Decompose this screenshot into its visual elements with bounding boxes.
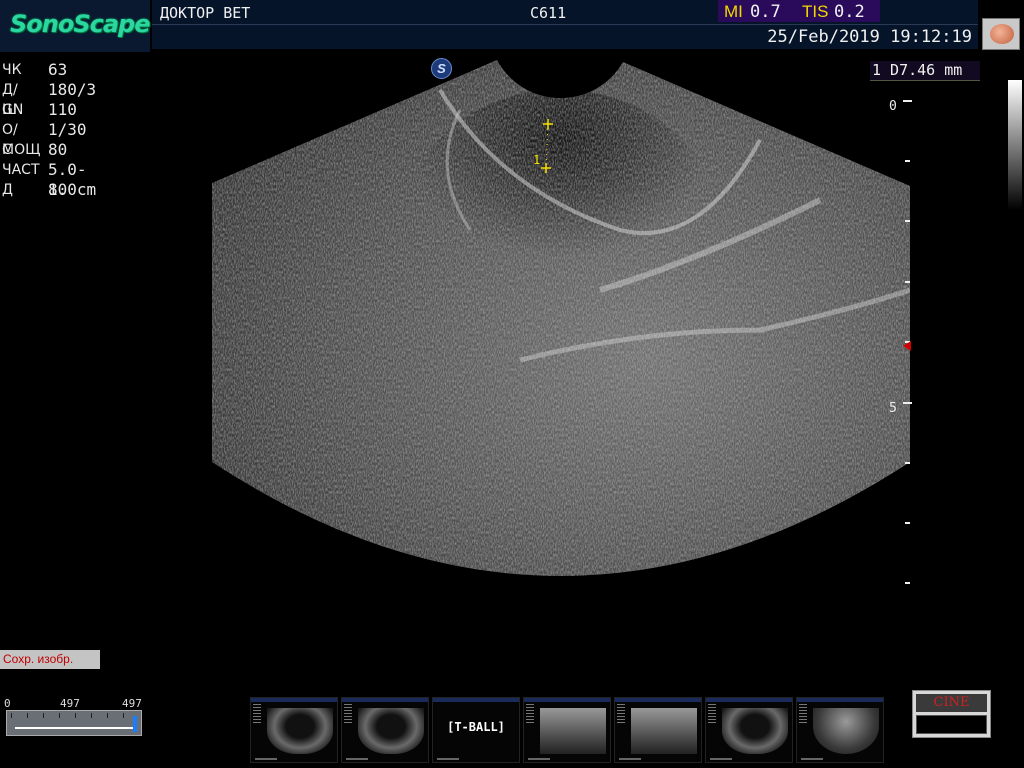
thumbnail-params xyxy=(617,704,625,724)
thumbnail-image xyxy=(813,708,879,754)
thumbnail-image xyxy=(267,708,333,754)
thumbnail-label: [T-BALL] xyxy=(447,720,505,734)
cine-max-label: 497 xyxy=(122,697,142,710)
cine-current-label: 497 xyxy=(60,697,80,710)
cine-panel: CINE xyxy=(912,690,991,738)
thumbnail-footer xyxy=(619,758,641,760)
thumbnail-header xyxy=(524,698,610,702)
thumbnail-strip: [T-BALL] xyxy=(250,697,908,765)
slider-tick xyxy=(123,713,124,718)
cine-slider[interactable]: 0 497 497 xyxy=(4,697,144,740)
cine-slider-track[interactable] xyxy=(6,710,142,736)
slider-tick xyxy=(107,713,108,718)
thumbnail-params xyxy=(799,704,807,724)
thumbnail-params xyxy=(526,704,534,724)
thumbnail[interactable]: [T-BALL] xyxy=(432,697,520,763)
depth-label: 0 xyxy=(889,99,897,114)
thumbnail-footer xyxy=(255,758,277,760)
thumbnail-params xyxy=(344,704,352,724)
thumbnail-header xyxy=(433,698,519,702)
thumbnail-footer xyxy=(528,758,550,760)
thumbnail[interactable] xyxy=(614,697,702,763)
thumbnail-header xyxy=(251,698,337,702)
thumbnail[interactable] xyxy=(341,697,429,763)
thumbnail[interactable] xyxy=(705,697,793,763)
thumbnail-image xyxy=(722,708,788,754)
cine-button[interactable]: CINE xyxy=(916,694,987,712)
save-image-button[interactable]: Сохр. изобр. xyxy=(0,650,100,669)
slider-tick xyxy=(59,713,60,718)
grayscale-bar xyxy=(1008,80,1022,210)
slider-tick xyxy=(91,713,92,718)
thumbnail-image xyxy=(358,708,424,754)
slider-tick xyxy=(75,713,76,718)
thumbnail-footer xyxy=(437,758,459,760)
cine-slider-handle[interactable] xyxy=(133,716,137,732)
thumbnail-params xyxy=(253,704,261,724)
thumbnail-image xyxy=(540,708,606,754)
thumbnail-header xyxy=(615,698,701,702)
thumbnail[interactable] xyxy=(796,697,884,763)
slider-tick xyxy=(27,713,28,718)
measurement-result: 1 D7.46 mm xyxy=(870,61,980,81)
slider-tick xyxy=(11,713,12,718)
slider-tick xyxy=(43,713,44,718)
orientation-marker-icon: S xyxy=(431,58,452,79)
thumbnail-header xyxy=(797,698,883,702)
cine-min-label: 0 xyxy=(4,697,11,710)
thumbnail-footer xyxy=(710,758,732,760)
thumbnail[interactable] xyxy=(523,697,611,763)
cine-slider-line xyxy=(15,727,135,729)
ultrasound-image[interactable]: 1 xyxy=(0,0,1024,768)
thumbnail-params xyxy=(708,704,716,724)
cine-status-box xyxy=(916,715,987,734)
thumbnail-footer xyxy=(801,758,823,760)
depth-label: 5 xyxy=(889,401,897,416)
thumbnail-image xyxy=(631,708,697,754)
thumbnail-header xyxy=(706,698,792,702)
thumbnail-footer xyxy=(346,758,368,760)
caliper-label: 1 xyxy=(533,153,540,167)
thumbnail-header xyxy=(342,698,428,702)
image-sector xyxy=(212,60,910,576)
thumbnail[interactable] xyxy=(250,697,338,763)
